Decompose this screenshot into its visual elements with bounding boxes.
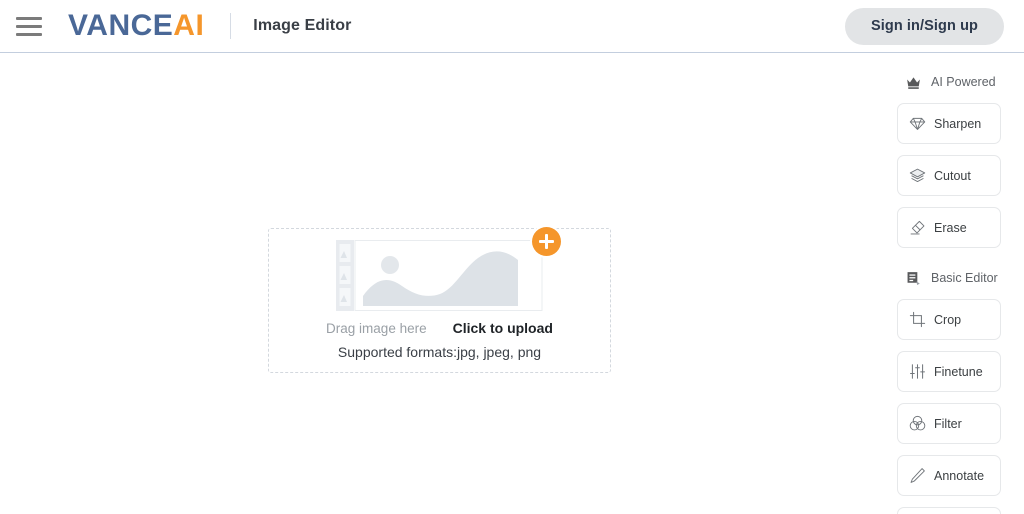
click-to-upload-button[interactable]: Click to upload: [453, 320, 553, 336]
editor-canvas[interactable]: Drag image here Click to upload Supporte…: [0, 53, 888, 514]
dropzone-prompt-row: Drag image here Click to upload: [326, 320, 553, 336]
hamburger-bar: [16, 24, 42, 28]
image-editor-app: VANCE AI Image Editor Sign in/Sign up Dr…: [0, 0, 1024, 514]
sliders-icon: [909, 363, 926, 380]
upload-placeholder-graphic: [336, 227, 561, 311]
tool-button-partial-below-fold[interactable]: [897, 507, 1001, 514]
sign-in-sign-up-button[interactable]: Sign in/Sign up: [844, 7, 1004, 45]
tool-label: Finetune: [934, 364, 983, 379]
eraser-icon: [909, 219, 926, 236]
image-placeholder-icon: [336, 240, 543, 311]
tools-sidebar: AI Powered Sharpen Cutout Erase Basic Ed…: [888, 53, 1024, 514]
tool-button-erase[interactable]: Erase: [897, 207, 1001, 248]
drag-image-here-label: Drag image here: [326, 321, 427, 336]
supported-formats-label: Supported formats:jpg, jpeg, png: [337, 344, 542, 360]
tool-label: Sharpen: [934, 116, 982, 131]
tool-label: Cutout: [934, 168, 971, 183]
tool-label: Crop: [934, 312, 962, 327]
page-title: Image Editor: [253, 17, 352, 34]
vance-ai-logo[interactable]: VANCE AI: [68, 11, 204, 41]
hamburger-menu-icon[interactable]: [16, 12, 44, 40]
document-edit-icon: [905, 270, 922, 287]
diamond-icon: [909, 115, 926, 132]
sidebar-group-header-ai-powered: AI Powered: [897, 71, 1012, 93]
tool-label: Erase: [934, 220, 967, 235]
sidebar-group-label: Basic Editor: [931, 271, 998, 285]
pencil-icon: [909, 467, 926, 484]
tool-label: Annotate: [934, 468, 985, 483]
tool-button-finetune[interactable]: Finetune: [897, 351, 1001, 392]
tool-button-annotate[interactable]: Annotate: [897, 455, 1001, 496]
header-divider: [230, 13, 232, 39]
upload-dropzone[interactable]: Drag image here Click to upload Supporte…: [268, 227, 611, 373]
hamburger-bar: [16, 32, 42, 36]
tool-button-cutout[interactable]: Cutout: [897, 155, 1001, 196]
sidebar-group-label: AI Powered: [931, 75, 996, 89]
filter-circles-icon: [909, 415, 926, 432]
sidebar-group-header-basic-editor: Basic Editor: [897, 267, 1012, 289]
app-body: Drag image here Click to upload Supporte…: [0, 53, 1024, 514]
tool-button-filter[interactable]: Filter: [897, 403, 1001, 444]
tool-button-crop[interactable]: Crop: [897, 299, 1001, 340]
app-header: VANCE AI Image Editor Sign in/Sign up: [0, 0, 1024, 53]
hamburger-bar: [16, 16, 42, 20]
layers-icon: [909, 167, 926, 184]
logo-text-vance: VANCE: [68, 9, 174, 42]
crown-icon: [905, 74, 922, 91]
tool-button-sharpen[interactable]: Sharpen: [897, 103, 1001, 144]
logo-text-ai: AI: [173, 9, 205, 42]
plus-icon[interactable]: [532, 227, 561, 256]
crop-icon: [909, 311, 926, 328]
tool-label: Filter: [934, 416, 962, 431]
